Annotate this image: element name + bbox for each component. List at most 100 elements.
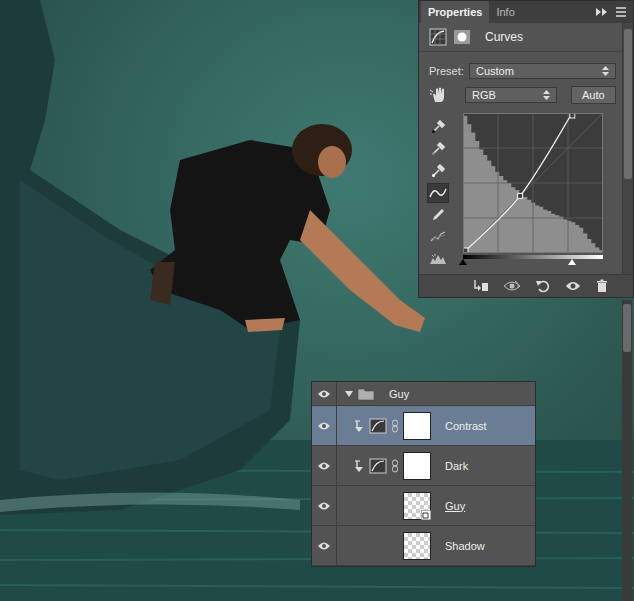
histogram-bar [475, 141, 479, 253]
adjustment-header: Curves [419, 23, 622, 52]
eyedropper-gray-icon [431, 142, 445, 156]
eye-icon [317, 461, 331, 471]
dropdown-arrows-icon [602, 66, 609, 76]
histogram-bar [559, 217, 563, 253]
histogram-bar [491, 166, 495, 253]
reset-icon[interactable] [535, 279, 551, 293]
curves-adjustment-icon[interactable] [429, 28, 447, 46]
eyedropper-black-icon [431, 120, 445, 134]
input-slider[interactable] [463, 259, 603, 267]
pencil-icon [431, 208, 445, 222]
histogram-bar [467, 124, 471, 253]
smart-object-icon [421, 510, 431, 520]
link-icon[interactable] [391, 459, 399, 473]
scrollbar-thumb[interactable] [624, 29, 632, 179]
clipping-arrow-icon [355, 460, 364, 472]
eye-icon [317, 541, 331, 551]
mask-icon[interactable] [453, 28, 471, 46]
histogram-bar [587, 239, 591, 253]
preset-dropdown[interactable]: Custom [469, 63, 616, 79]
visibility-toggle[interactable] [312, 406, 337, 445]
histogram-bar [539, 207, 543, 253]
auto-button[interactable]: Auto [571, 86, 616, 104]
eye-icon [317, 389, 331, 399]
black-point-slider[interactable] [459, 259, 467, 265]
histogram-bar [511, 187, 515, 253]
curve-tool[interactable] [427, 117, 449, 137]
layer-mask-thumbnail[interactable] [403, 412, 431, 440]
curve-point[interactable] [518, 193, 523, 198]
curves-graph[interactable] [463, 113, 603, 253]
channel-dropdown[interactable]: RGB [465, 87, 557, 103]
curve-tool[interactable] [427, 161, 449, 181]
panel-menu-icon[interactable] [615, 7, 627, 17]
layer-thumbnail [403, 532, 431, 560]
link-icon[interactable] [391, 419, 399, 433]
curve-tool[interactable] [427, 227, 449, 247]
curve-edit-icon [429, 187, 447, 199]
white-point-slider[interactable] [568, 259, 576, 265]
dropdown-arrows-icon [543, 90, 550, 100]
panel-tab[interactable]: Info [489, 1, 521, 23]
kneeling-man [150, 124, 425, 332]
layer-row[interactable]: Contrast [312, 406, 535, 446]
histogram-bar [571, 222, 575, 253]
smooth-icon [430, 231, 446, 243]
layer-name[interactable]: Contrast [445, 420, 487, 432]
collapse-icon[interactable] [595, 7, 609, 17]
histogram-bar [555, 215, 559, 253]
layer-name[interactable]: Guy [445, 500, 465, 512]
toggle-visibility-icon[interactable] [565, 280, 581, 292]
clipping-warning-icon [429, 253, 447, 265]
curve-tool[interactable] [427, 183, 449, 203]
histogram-bar [591, 243, 595, 253]
curve-tool[interactable] [427, 249, 449, 269]
layer-name[interactable]: Shadow [445, 540, 485, 552]
scrollbar-thumb[interactable] [623, 304, 631, 352]
targeted-adjustment-hand-icon[interactable] [429, 86, 449, 104]
curve-tool[interactable] [427, 139, 449, 159]
trash-icon[interactable] [595, 279, 609, 293]
layer-row[interactable]: Dark [312, 446, 535, 486]
panel-tab[interactable]: Properties [421, 1, 489, 23]
curves-layer-icon [369, 418, 387, 434]
histogram-bar [519, 194, 523, 253]
eye-icon [317, 421, 331, 431]
canvas-scrollbar[interactable] [622, 300, 632, 601]
eye-icon [317, 501, 331, 511]
curve-line[interactable] [463, 113, 603, 253]
clipping-arrow-icon [355, 420, 364, 432]
histogram-bar [583, 233, 587, 253]
visibility-toggle[interactable] [312, 446, 337, 485]
layer-row[interactable]: Guy [312, 382, 535, 406]
layer-row[interactable]: Guy [312, 486, 535, 526]
histogram-bar [579, 228, 583, 253]
histogram-bar [535, 205, 539, 253]
clip-to-layer-icon[interactable] [473, 279, 489, 293]
histogram-bar [471, 133, 475, 253]
properties-toolbar [419, 274, 633, 297]
layer-name[interactable]: Guy [389, 388, 409, 400]
visibility-toggle[interactable] [312, 526, 337, 565]
histogram-bar [547, 211, 551, 253]
curve-tools [427, 113, 451, 269]
histogram-bar [523, 197, 527, 253]
input-gradient [463, 255, 603, 259]
layer-name[interactable]: Dark [445, 460, 468, 472]
visibility-toggle[interactable] [312, 486, 337, 525]
expand-triangle-icon[interactable] [345, 390, 353, 398]
preset-label: Preset: [429, 65, 463, 77]
curve-tool[interactable] [427, 205, 449, 225]
histogram-bar [495, 172, 499, 253]
adjustment-title: Curves [485, 30, 523, 44]
layer-row[interactable]: Shadow [312, 526, 535, 566]
properties-panel: PropertiesInfo Curves Preset: Custom RGB Auto [418, 0, 634, 298]
folder-icon [357, 387, 375, 401]
visibility-toggle[interactable] [312, 382, 337, 405]
layer-mask-thumbnail[interactable] [403, 452, 431, 480]
properties-scrollbar[interactable] [622, 23, 633, 274]
layer-thumbnail [403, 492, 431, 520]
view-previous-state-icon[interactable] [503, 279, 521, 293]
histogram-bar [551, 214, 555, 253]
histogram-bar [527, 200, 531, 253]
